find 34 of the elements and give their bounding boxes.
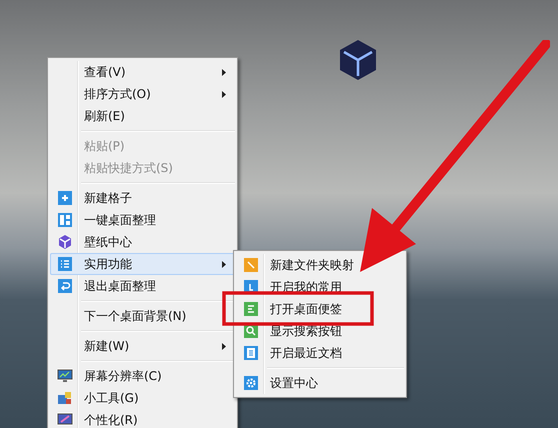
menu-item[interactable]: 个性化(R) <box>50 409 235 428</box>
personalize-icon <box>56 413 72 427</box>
menu-item[interactable]: 新建文件夹映射 <box>236 254 404 276</box>
gadget-icon <box>56 391 72 405</box>
submenu-arrow-icon <box>222 342 226 350</box>
menu-item[interactable]: 小工具(G) <box>50 387 235 409</box>
monitor-icon <box>56 369 72 383</box>
menu-item[interactable]: 查看(V) <box>50 61 235 83</box>
menu-item[interactable]: 退出桌面整理 <box>50 275 235 297</box>
menu-item[interactable]: 屏幕分辨率(C) <box>50 365 235 387</box>
menu-item[interactable]: 显示搜索按钮 <box>236 320 404 342</box>
menu-item[interactable]: 排序方式(O) <box>50 83 235 105</box>
undo-icon <box>58 279 72 293</box>
menu-item[interactable]: 新建格子 <box>50 187 235 209</box>
menu-item[interactable]: 开启最近文档 <box>236 342 404 364</box>
note-icon <box>244 302 258 316</box>
menu-item[interactable]: 下一个桌面背景(N) <box>50 305 235 327</box>
submenu-arrow-icon <box>222 260 226 268</box>
layout-icon <box>58 213 72 227</box>
cube-icon <box>58 235 72 249</box>
submenu-arrow-icon <box>222 68 226 76</box>
menu-item[interactable]: 壁纸中心 <box>50 231 235 253</box>
list-icon <box>58 257 72 271</box>
document-icon <box>244 346 258 360</box>
cube-logo-icon <box>340 40 376 80</box>
menu-item[interactable]: 设置中心 <box>236 372 404 394</box>
submenu-arrow-icon <box>222 90 226 98</box>
menu-item[interactable]: 一键桌面整理 <box>50 209 235 231</box>
plus-icon <box>58 191 72 205</box>
menu-item[interactable]: 刷新(E) <box>50 105 235 127</box>
menu-item[interactable]: 打开桌面便签 <box>236 298 404 320</box>
settings-icon <box>244 376 258 390</box>
menu-item[interactable]: 实用功能 <box>50 253 235 275</box>
menu-item[interactable]: 新建(W) <box>50 335 235 357</box>
